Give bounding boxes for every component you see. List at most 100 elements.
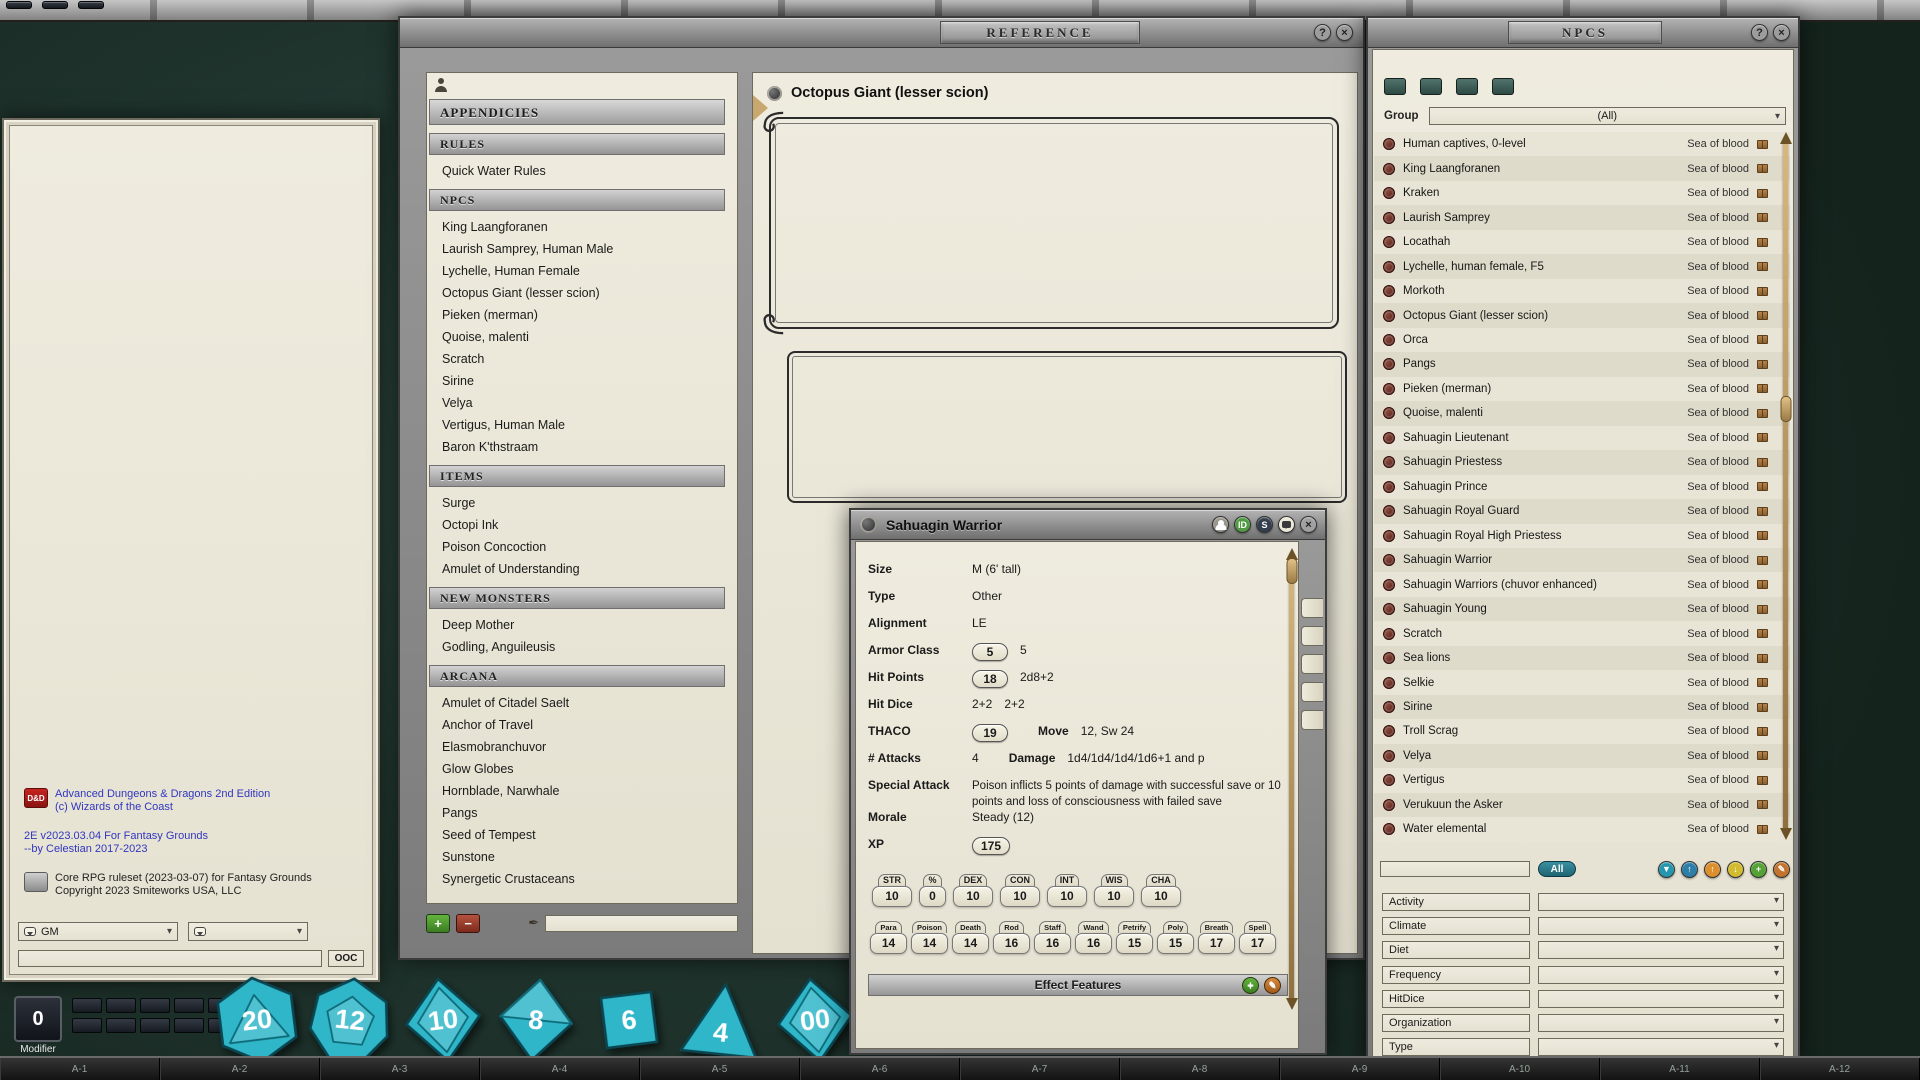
edit-list-button[interactable]: ✎ [1773, 861, 1790, 878]
npc-list-item[interactable]: Orca Sea of blood [1374, 328, 1790, 352]
filter-dropdown[interactable] [1538, 966, 1784, 984]
module-book-icon[interactable] [1757, 482, 1768, 491]
scroll-top-button[interactable]: ↑ [1681, 861, 1698, 878]
module-book-icon[interactable] [1757, 800, 1768, 809]
modifier-minus-button[interactable] [106, 1018, 136, 1033]
reference-link[interactable]: Surge [427, 492, 737, 514]
reference-link[interactable]: Elasmobranchuvor [427, 736, 737, 758]
module-book-icon[interactable] [1757, 360, 1768, 369]
npc-list-item[interactable]: Sahuagin Warriors (chuvor enhanced) Sea … [1374, 572, 1790, 596]
reference-link[interactable]: Baron K'thstraam [427, 436, 737, 458]
filter-dropdown[interactable] [1538, 990, 1784, 1008]
module-book-icon[interactable] [1757, 311, 1768, 320]
save-box[interactable]: Death 14 [952, 921, 989, 954]
npc-list-item[interactable]: Sea lions Sea of blood [1374, 646, 1790, 670]
module-book-icon[interactable] [1757, 751, 1768, 760]
hotkey-slot[interactable]: A-6 [800, 1058, 960, 1080]
modifier-minus-button[interactable] [174, 1018, 204, 1033]
save-box[interactable]: Rod 16 [993, 921, 1030, 954]
npc-list-item[interactable]: Morkoth Sea of blood [1374, 279, 1790, 303]
npc-list-item[interactable]: Sahuagin Young Sea of blood [1374, 597, 1790, 621]
npc-list-item[interactable]: Sirine Sea of blood [1374, 695, 1790, 719]
close-button[interactable]: × [1300, 516, 1317, 533]
add-effect-button[interactable]: + [1242, 977, 1259, 994]
move-up-button[interactable]: ↑ [1704, 861, 1721, 878]
hotkey-slot[interactable]: A-1 [0, 1058, 160, 1080]
save-box[interactable]: Wand 16 [1075, 921, 1112, 954]
sheet-tab[interactable] [1301, 598, 1323, 618]
ooc-button[interactable]: OOC [328, 950, 364, 967]
save-box[interactable]: Spell 17 [1239, 921, 1276, 954]
npc-list-item[interactable]: Sahuagin Lieutenant Sea of blood [1374, 426, 1790, 450]
reference-link[interactable]: Anchor of Travel [427, 714, 737, 736]
s-button[interactable]: S [1256, 516, 1273, 533]
reference-link[interactable]: King Laangforanen [427, 216, 737, 238]
module-book-icon[interactable] [1757, 164, 1768, 173]
reference-link[interactable]: Velya [427, 392, 737, 414]
hotkey-slot[interactable]: A-7 [960, 1058, 1120, 1080]
module-book-icon[interactable] [1757, 287, 1768, 296]
sheet-scrollbar[interactable] [1289, 554, 1294, 1004]
reference-link[interactable]: Hornblade, Narwhale [427, 780, 737, 802]
reference-link[interactable]: Amulet of Understanding [427, 558, 737, 580]
npc-list-item[interactable]: Verukuun the Asker Sea of blood [1374, 793, 1790, 817]
npc-list-item[interactable]: Sahuagin Royal Guard Sea of blood [1374, 499, 1790, 523]
module-book-icon[interactable] [1757, 433, 1768, 442]
npc-list-item[interactable]: Pieken (merman) Sea of blood [1374, 377, 1790, 401]
filter-dropdown[interactable] [1538, 1038, 1784, 1056]
module-book-icon[interactable] [1757, 825, 1768, 834]
module-book-icon[interactable] [1757, 238, 1768, 247]
chat-bubble-button[interactable] [1278, 516, 1295, 533]
reference-link[interactable]: Octopus Giant (lesser scion) [427, 282, 737, 304]
npc-list-item[interactable]: Octopus Giant (lesser scion) Sea of bloo… [1374, 303, 1790, 327]
modifier-minus-button[interactable] [140, 1018, 170, 1033]
npc-search-input[interactable] [1380, 861, 1530, 877]
npc-list-item[interactable]: King Laangforanen Sea of blood [1374, 156, 1790, 180]
save-box[interactable]: Petrify 15 [1116, 921, 1153, 954]
npc-list-item[interactable]: Water elemental Sea of blood [1374, 817, 1790, 841]
module-book-icon[interactable] [1757, 213, 1768, 222]
save-box[interactable]: Poison 14 [911, 921, 948, 954]
save-box[interactable]: Staff 16 [1034, 921, 1071, 954]
module-book-icon[interactable] [1757, 629, 1768, 638]
npc-list-item[interactable]: Pangs Sea of blood [1374, 352, 1790, 376]
filter-funnel-button[interactable]: ▼ [1658, 861, 1675, 878]
hotkey-slot[interactable]: A-2 [160, 1058, 320, 1080]
group-dropdown[interactable]: (All) ▾ [1429, 107, 1787, 125]
module-book-icon[interactable] [1757, 605, 1768, 614]
npc-list-item[interactable]: Troll Scrag Sea of blood [1374, 719, 1790, 743]
hotkey-slot[interactable]: A-12 [1760, 1058, 1920, 1080]
module-book-icon[interactable] [1757, 556, 1768, 565]
reference-link[interactable]: Synergetic Crustaceans [427, 868, 737, 890]
modifier-minus-button[interactable] [72, 1018, 102, 1033]
stat-badge[interactable]: 19 [972, 724, 1008, 742]
module-book-icon[interactable] [1757, 654, 1768, 663]
npc-list-item[interactable]: Velya Sea of blood [1374, 744, 1790, 768]
npc-list-item[interactable]: Sahuagin Prince Sea of blood [1374, 475, 1790, 499]
npc-list-item[interactable]: Sahuagin Priestess Sea of blood [1374, 450, 1790, 474]
close-button[interactable]: × [1336, 24, 1353, 41]
npc-list-item[interactable]: Sahuagin Royal High Priestess Sea of blo… [1374, 524, 1790, 548]
module-book-icon[interactable] [1757, 507, 1768, 516]
reference-link[interactable]: Glow Globes [427, 758, 737, 780]
hotkey-slot[interactable]: A-4 [480, 1058, 640, 1080]
reference-link[interactable]: Pangs [427, 802, 737, 824]
help-button[interactable]: ? [1314, 24, 1331, 41]
npcs-sort-tab[interactable] [1384, 78, 1406, 95]
npcs-sort-tab[interactable] [1420, 78, 1442, 95]
move-down-button[interactable]: ↓ [1727, 861, 1744, 878]
all-filter-button[interactable]: All [1538, 861, 1576, 877]
stat-badge[interactable]: 5 [972, 643, 1008, 661]
npc-list-item[interactable]: Quoise, malenti Sea of blood [1374, 401, 1790, 425]
reference-link[interactable]: Lychelle, Human Female [427, 260, 737, 282]
ability-box[interactable]: WIS 10 [1094, 874, 1134, 907]
filter-dropdown[interactable] [1538, 941, 1784, 959]
reference-link[interactable]: Sirine [427, 370, 737, 392]
index-search-input[interactable] [545, 915, 738, 932]
save-box[interactable]: Poly 15 [1157, 921, 1194, 954]
module-book-icon[interactable] [1757, 776, 1768, 785]
npc-list-item[interactable]: Human captives, 0-level Sea of blood [1374, 132, 1790, 156]
add-button[interactable]: + [426, 914, 450, 933]
reference-link[interactable]: Poison Concoction [427, 536, 737, 558]
reference-link[interactable]: Amulet of Citadel Saelt [427, 692, 737, 714]
